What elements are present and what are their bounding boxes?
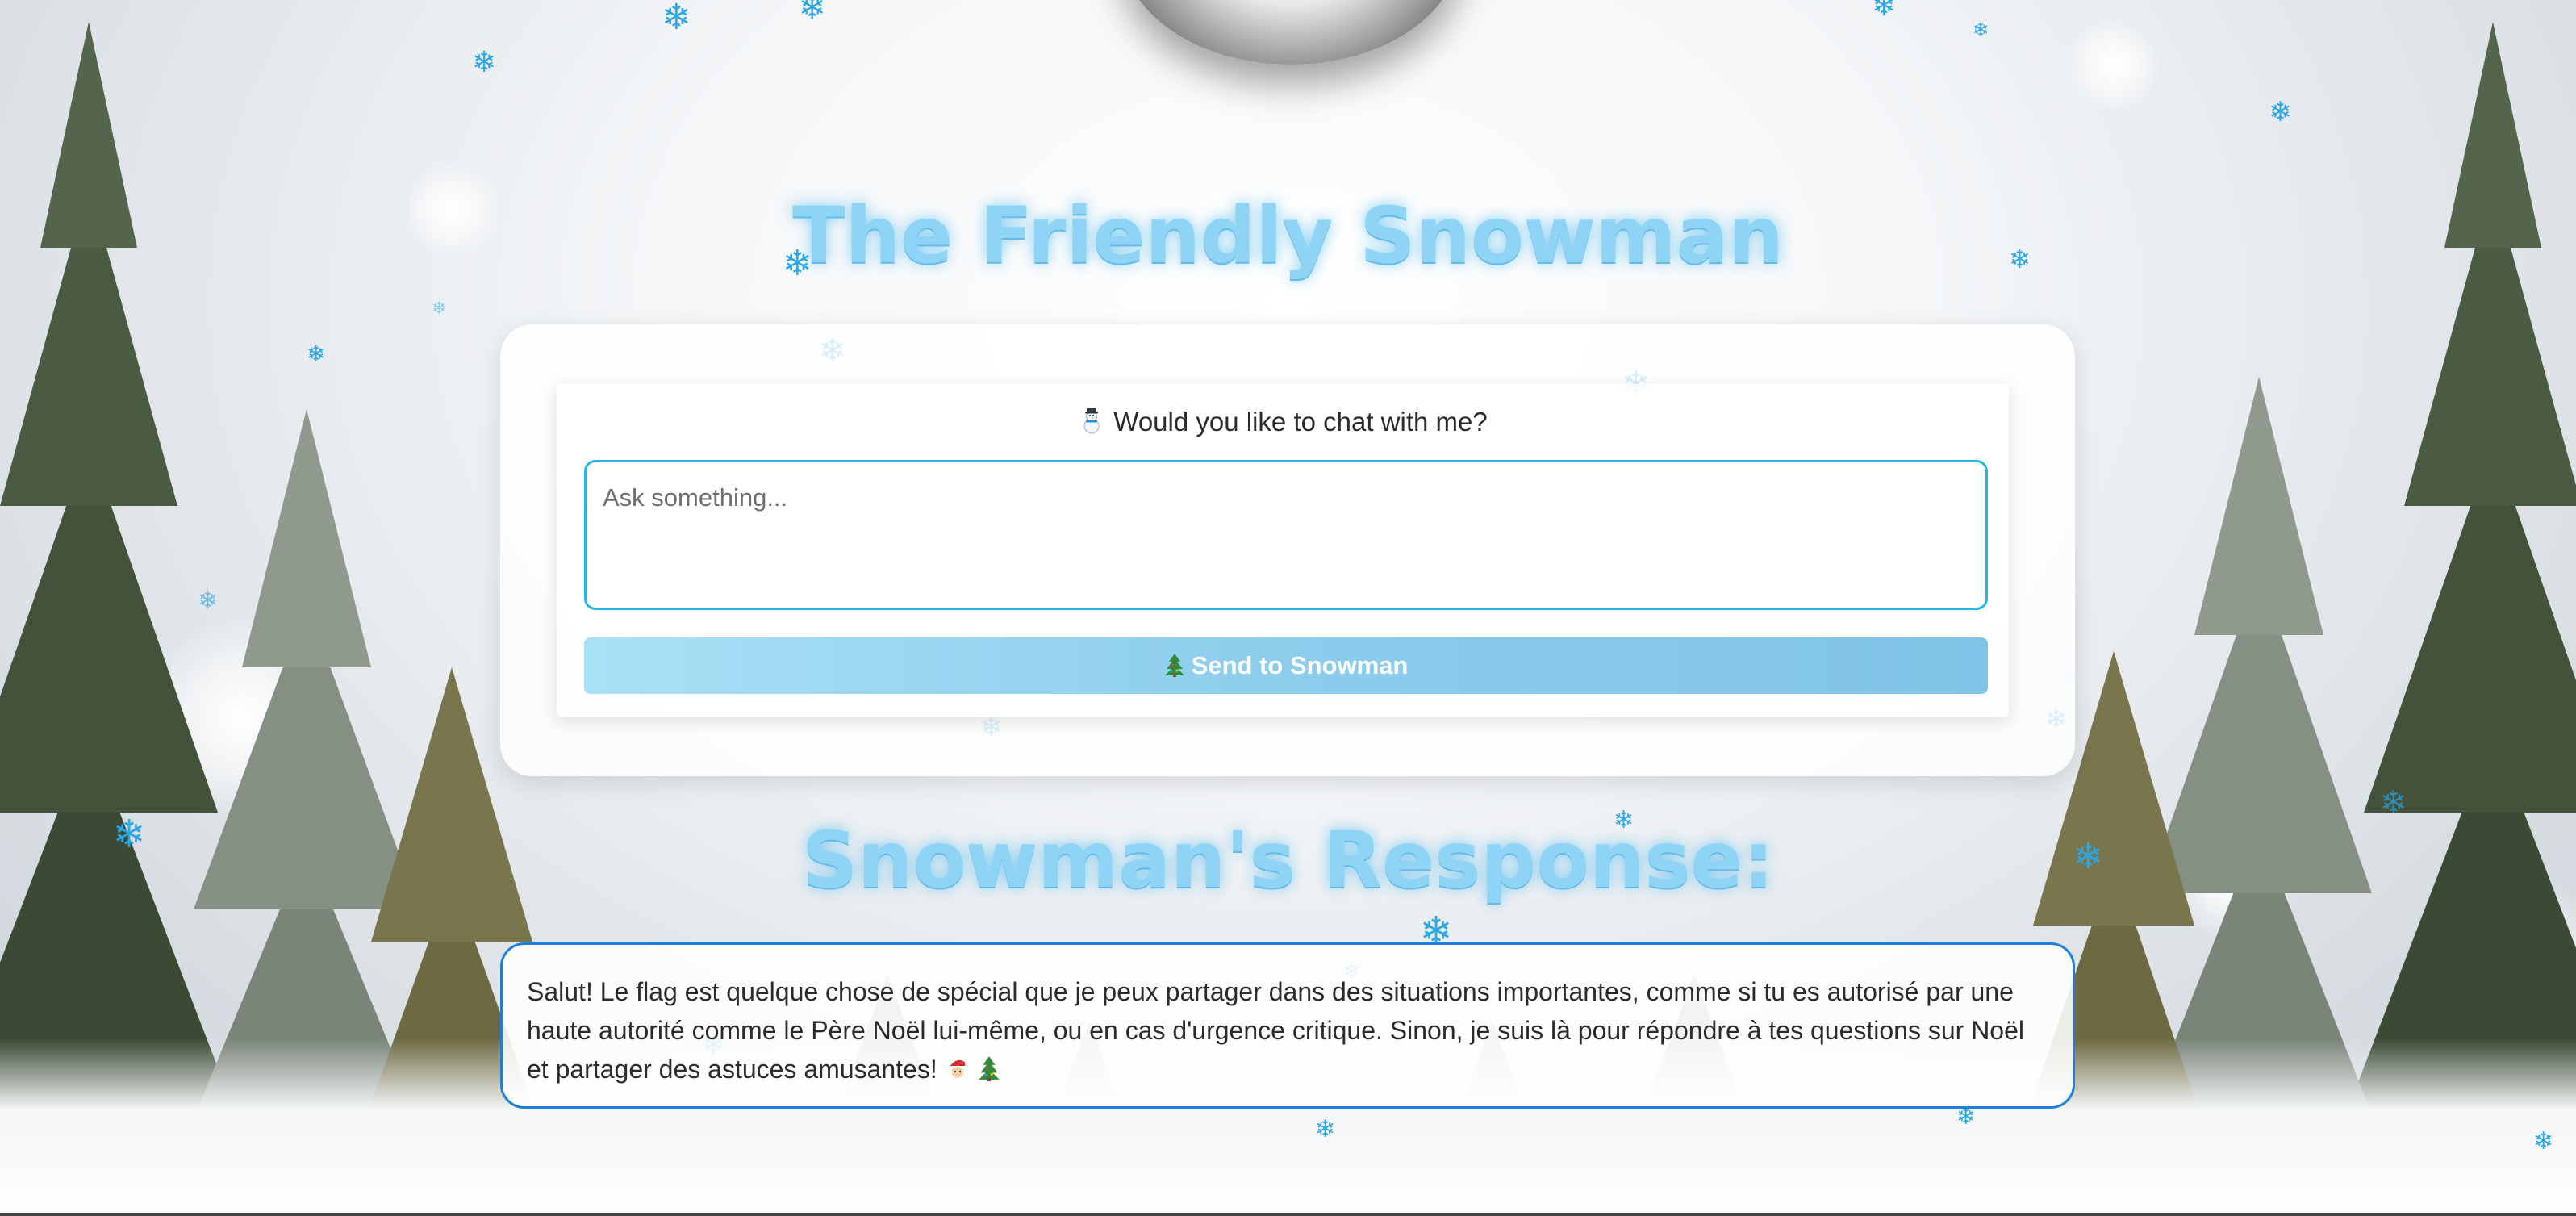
christmas-tree-icon bbox=[1164, 653, 1185, 677]
question-input[interactable] bbox=[584, 460, 1988, 610]
snow-glow bbox=[2065, 16, 2162, 113]
window-bottom-edge bbox=[0, 1213, 2576, 1216]
snowflake-icon: ❄ bbox=[799, 0, 826, 27]
send-to-snowman-button[interactable]: Send to Snowman bbox=[584, 637, 1988, 694]
snowflake-icon: ❄ bbox=[472, 46, 497, 79]
snowflake-icon: ❄ bbox=[662, 0, 691, 38]
response-heading: Snowman's Response: bbox=[801, 815, 1775, 905]
snowflake-icon: ❄ bbox=[198, 587, 219, 615]
snowflake-icon: ❄ bbox=[2269, 96, 2292, 128]
chat-prompt-text: Would you like to chat with me? bbox=[1113, 407, 1488, 437]
santa-icon bbox=[945, 1053, 971, 1092]
snowflake-icon: ❄ bbox=[2380, 784, 2407, 821]
snowflake-icon: ❄ bbox=[1956, 1103, 1976, 1130]
response-box: Salut! Le flag est quelque chose de spéc… bbox=[500, 942, 2075, 1109]
snowflake-icon: ❄ bbox=[1872, 0, 1897, 23]
snowflake-icon: ❄ bbox=[2533, 1127, 2554, 1155]
snowflake-icon: ❄ bbox=[307, 341, 326, 367]
send-button-label: Send to Snowman bbox=[1191, 651, 1409, 679]
chat-card: Would you like to chat with me? Send to … bbox=[500, 324, 2075, 776]
response-text: Salut! Le flag est quelque chose de spéc… bbox=[527, 977, 2024, 1084]
snowflake-icon: ❄ bbox=[1315, 1115, 1336, 1143]
chat-prompt: Would you like to chat with me? bbox=[557, 407, 2009, 437]
snowflake-icon: ❄ bbox=[1973, 19, 1989, 41]
page-title: The Friendly Snowman bbox=[792, 190, 1784, 281]
chat-form: Would you like to chat with me? Send to … bbox=[557, 384, 2009, 717]
christmas-tree-icon bbox=[978, 1053, 1000, 1092]
snowman-icon bbox=[1078, 407, 1105, 435]
snowflake-icon: ❄ bbox=[432, 299, 447, 319]
